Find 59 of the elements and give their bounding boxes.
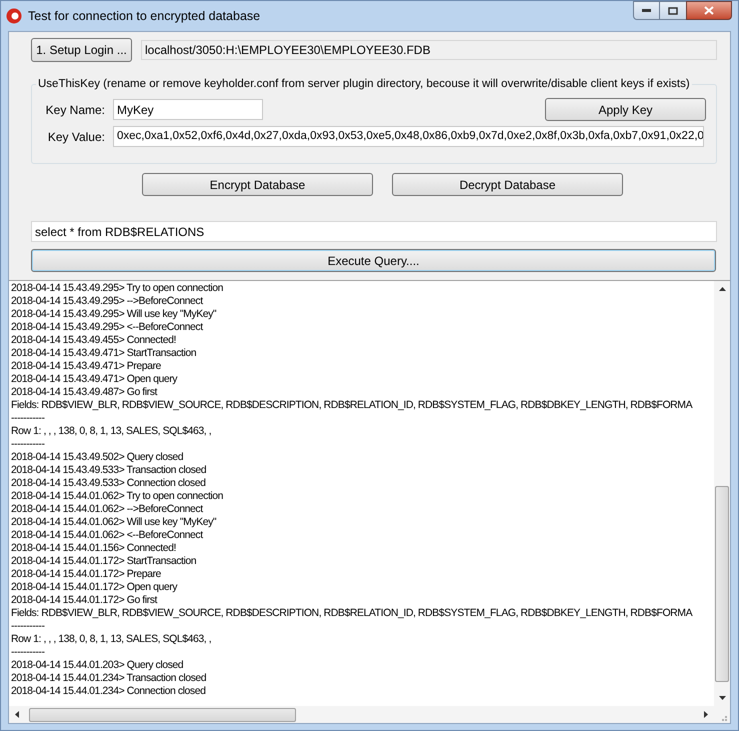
- log-line: 2018-04-14 15.43.49.533> Transaction closed: [11, 464, 206, 477]
- log-line: 2018-04-14 15.44.01.172> Prepare: [11, 568, 161, 581]
- minimize-icon: [642, 8, 651, 12]
- log-line: 2018-04-14 15.43.49.502> Query closed: [11, 451, 184, 464]
- log-line: 2018-04-14 15.43.49.471> Open query: [11, 373, 178, 386]
- scroll-up-icon: [718, 287, 726, 291]
- app-icon: [6, 8, 22, 24]
- log-line: Row 1: , , , 138, 0, 8, 1, 13, SALES, SQL$463, ,: [11, 425, 212, 438]
- log-line: 2018-04-14 15.43.49.295> <--BeforeConnect: [11, 321, 203, 334]
- log-line: 2018-04-14 15.44.01.172> Go first: [11, 594, 157, 607]
- close-button[interactable]: [686, 1, 732, 20]
- log-line: -----------: [11, 646, 45, 659]
- log-line: 2018-04-14 15.43.49.471> StartTransaction: [11, 347, 196, 360]
- scrollbar-thumb[interactable]: [29, 708, 296, 722]
- log-line: 2018-04-14 15.44.01.062> Try to open connection: [11, 490, 224, 503]
- log-line: 2018-04-14 15.43.49.455> Connected!: [11, 334, 176, 347]
- log-line: 2018-04-14 15.44.01.172> Open query: [11, 581, 178, 594]
- log-line: 2018-04-14 15.43.49.295> -->BeforeConnect: [11, 295, 203, 308]
- close-icon: [704, 6, 714, 15]
- log-line: 2018-04-14 15.44.01.062> <--BeforeConnect: [11, 529, 203, 542]
- scrollbar-thumb[interactable]: [715, 486, 729, 682]
- log-line: -----------: [11, 620, 45, 633]
- window-title: Test for connection to encrypted database: [28, 8, 260, 25]
- log-line: -----------: [11, 438, 45, 451]
- setup-login-button[interactable]: 1. Setup Login ...: [31, 38, 132, 62]
- log-line: 2018-04-14 15.43.49.533> Connection closed: [11, 477, 206, 490]
- scroll-right-icon: [704, 711, 708, 718]
- restore-icon: [668, 6, 678, 14]
- key-name-label: Key Name:: [44, 102, 105, 118]
- group-legend: UseThisKey (rename or remove keyholder.conf from server plugin directory, becouse it will overwrite/disable client keys if exists): [36, 76, 692, 92]
- key-value-label: Key Value:: [46, 128, 105, 146]
- log-line: Fields: RDB$VIEW_BLR, RDB$VIEW_SOURCE, RDB$DESCRIPTION, RDB$RELATION_ID, RDB$SYSTEM_FLAG, RDB$DBKEY_LENGTH, RDB$FORMA: [11, 607, 692, 620]
- apply-key-button[interactable]: Apply Key: [545, 98, 706, 121]
- log-line: 2018-04-14 15.43.49.295> Will use key "MyKey": [11, 308, 216, 321]
- log-line: 2018-04-14 15.44.01.234> Connection closed: [11, 685, 206, 698]
- log-line: 2018-04-14 15.43.49.295> Try to open connection: [11, 282, 224, 295]
- log-line: 2018-04-14 15.44.01.172> StartTransaction: [11, 555, 196, 568]
- database-path-field: localhost/3050:H:\EMPLOYEE30\EMPLOYEE30.FDB: [141, 40, 717, 60]
- encrypt-database-button[interactable]: Encrypt Database: [142, 173, 373, 196]
- log-line: 2018-04-14 15.44.01.234> Transaction closed: [11, 672, 206, 685]
- horizontal-scrollbar[interactable]: [9, 706, 714, 723]
- scroll-left-icon: [15, 711, 19, 718]
- execute-query-button[interactable]: Execute Query....: [31, 249, 716, 272]
- log-line: 2018-04-14 15.43.49.471> Prepare: [11, 360, 161, 373]
- log-line: -----------: [11, 412, 45, 425]
- log-line: 2018-04-14 15.44.01.062> -->BeforeConnect: [11, 503, 203, 516]
- minimize-button[interactable]: [633, 1, 660, 20]
- log-line: 2018-04-14 15.44.01.062> Will use key "MyKey": [11, 516, 216, 529]
- log-line: 2018-04-14 15.43.49.487> Go first: [11, 386, 157, 399]
- maximize-button[interactable]: [660, 1, 686, 20]
- log-line: Row 1: , , , 138, 0, 8, 1, 13, SALES, SQL$463, ,: [11, 633, 212, 646]
- query-field[interactable]: select * from RDB$RELATIONS: [31, 221, 717, 242]
- key-name-field[interactable]: MyKey: [113, 99, 263, 120]
- log-line: 2018-04-14 15.44.01.203> Query closed: [11, 659, 184, 672]
- log-line: 2018-04-14 15.44.01.156> Connected!: [11, 542, 176, 555]
- decrypt-database-button[interactable]: Decrypt Database: [392, 173, 623, 196]
- scroll-down-icon: [718, 696, 726, 700]
- log-line: Fields: RDB$VIEW_BLR, RDB$VIEW_SOURCE, RDB$DESCRIPTION, RDB$RELATION_ID, RDB$SYSTEM_FLAG, RDB$DBKEY_LENGTH, RDB$FORMA: [11, 399, 692, 412]
- vertical-scrollbar[interactable]: [714, 281, 730, 706]
